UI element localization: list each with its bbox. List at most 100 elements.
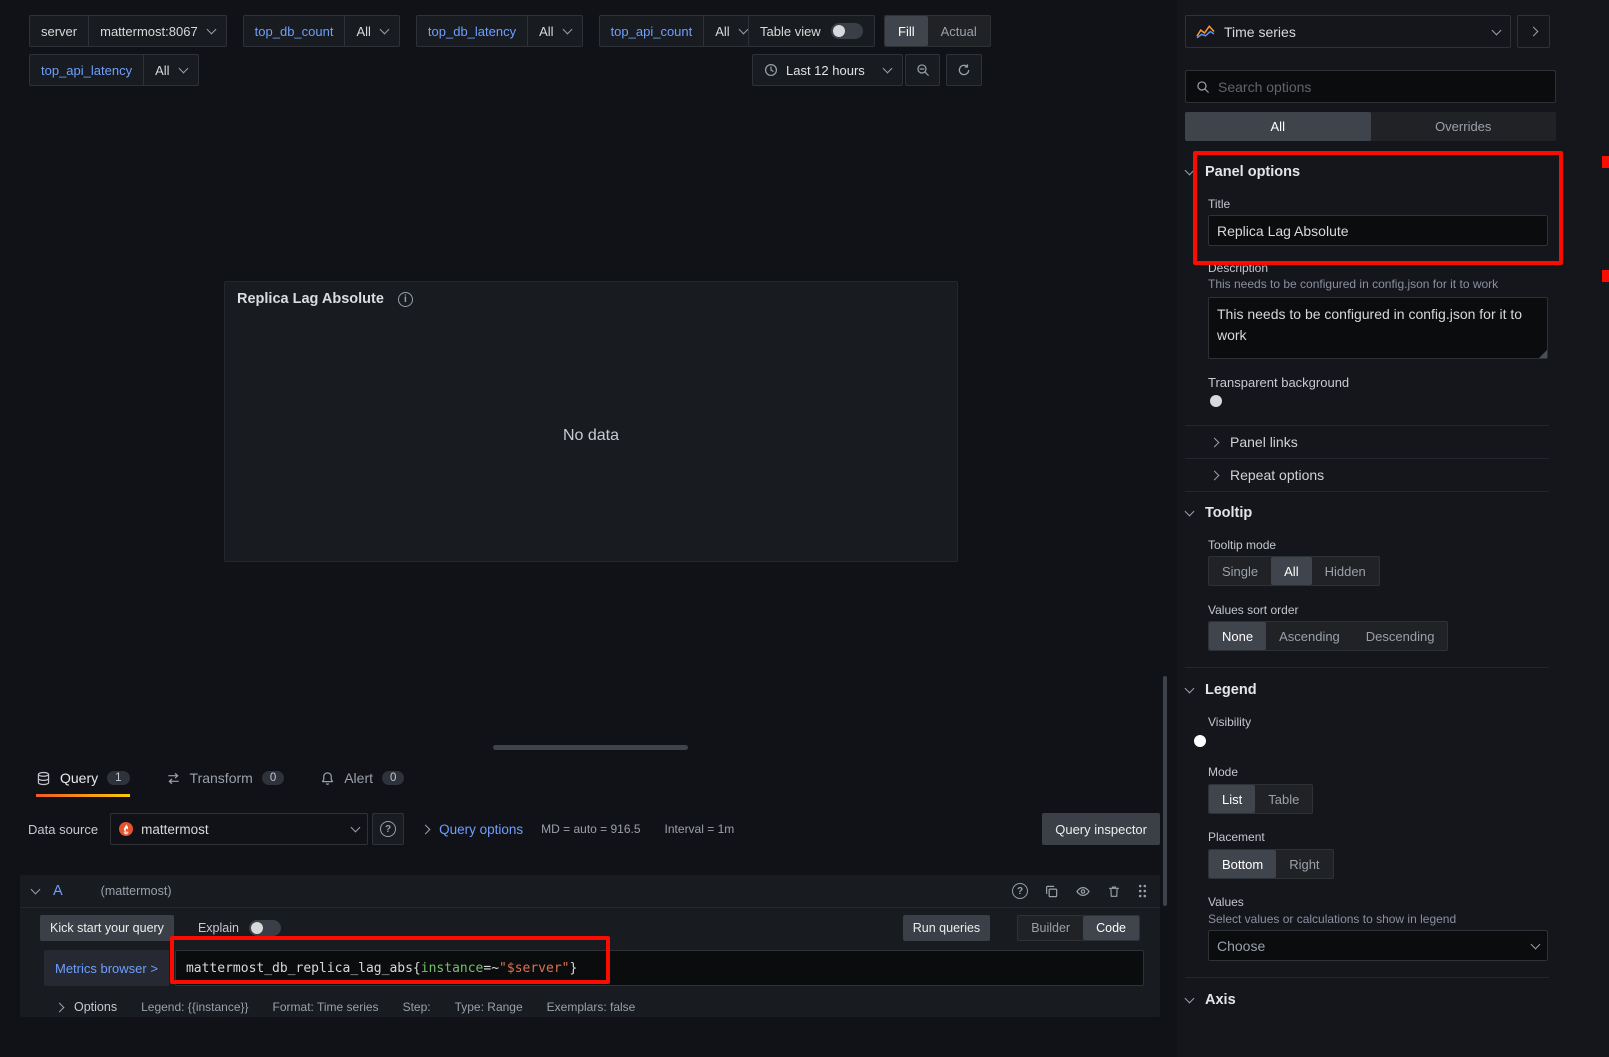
fill-option[interactable]: Fill bbox=[885, 16, 928, 46]
visualization-name: Time series bbox=[1224, 24, 1296, 40]
delete-query-trash-icon[interactable] bbox=[1107, 884, 1121, 899]
textarea-resize-grip[interactable] bbox=[1539, 350, 1547, 358]
prometheus-icon bbox=[119, 822, 133, 836]
query-expression-input[interactable]: mattermost_db_replica_lag_abs{instance=~… bbox=[175, 950, 1144, 986]
legend-mode-table[interactable]: Table bbox=[1255, 785, 1312, 813]
table-view-label: Table view bbox=[760, 24, 821, 39]
panel-title[interactable]: Replica Lag Absolute bbox=[237, 291, 384, 307]
tab-query-label: Query bbox=[60, 770, 98, 786]
alert-count-badge: 0 bbox=[382, 771, 404, 785]
tooltip-mode-single[interactable]: Single bbox=[1209, 557, 1271, 585]
chevron-down-icon bbox=[206, 25, 216, 35]
variable-top-db-count-dropdown[interactable]: All bbox=[344, 15, 399, 47]
transform-count-badge: 0 bbox=[262, 771, 284, 785]
panel-description-textarea[interactable]: This needs to be configured in config.js… bbox=[1208, 297, 1548, 359]
divider bbox=[1185, 491, 1549, 492]
variable-top-db-latency-label: top_db_latency bbox=[416, 15, 527, 47]
query-toolbar-row: Kick start your query Explain Run querie… bbox=[20, 915, 1160, 941]
panel-links-section[interactable]: Panel links bbox=[1185, 426, 1549, 458]
transform-icon bbox=[166, 771, 181, 786]
time-range-picker[interactable]: Last 12 hours bbox=[752, 54, 903, 86]
variable-top-api-count-label: top_api_count bbox=[599, 15, 704, 47]
placement-bottom[interactable]: Bottom bbox=[1209, 850, 1276, 878]
query-row-header: A (mattermost) ? bbox=[20, 875, 1160, 908]
query-inspector-button[interactable]: Query inspector bbox=[1042, 813, 1160, 845]
options-filter-tabs: All Overrides bbox=[1185, 112, 1556, 141]
tooltip-mode-hidden[interactable]: Hidden bbox=[1312, 557, 1379, 585]
query-options-toggle[interactable]: Query options bbox=[439, 822, 523, 837]
collapse-options-pane-button[interactable] bbox=[1517, 15, 1550, 48]
legend-values-label: Values bbox=[1208, 895, 1244, 909]
drag-handle-icon[interactable] bbox=[1137, 883, 1148, 899]
transparent-background-label: Transparent background bbox=[1208, 375, 1349, 390]
tooltip-mode-all[interactable]: All bbox=[1271, 557, 1311, 585]
options-toggle[interactable]: Options bbox=[56, 1000, 117, 1014]
chevron-right-icon bbox=[1210, 470, 1220, 480]
repeat-options-section[interactable]: Repeat options bbox=[1185, 459, 1549, 491]
table-view-switch[interactable] bbox=[831, 23, 863, 39]
collapse-query-chevron-icon[interactable] bbox=[31, 885, 41, 895]
main-scrollbar-thumb[interactable] bbox=[1163, 676, 1167, 906]
legend-mode-list[interactable]: List bbox=[1209, 785, 1255, 813]
description-label: Description bbox=[1208, 261, 1268, 275]
tooltip-heading[interactable]: Tooltip bbox=[1186, 505, 1252, 521]
variable-server-dropdown[interactable]: mattermost:8067 bbox=[88, 15, 227, 47]
variable-server: server mattermost:8067 bbox=[29, 15, 227, 47]
variable-top-api-latency: top_api_latency All bbox=[29, 54, 199, 86]
code-option[interactable]: Code bbox=[1083, 916, 1139, 940]
chevron-down-icon bbox=[178, 64, 188, 74]
duplicate-query-icon[interactable] bbox=[1044, 884, 1059, 899]
run-queries-button[interactable]: Run queries bbox=[903, 915, 990, 941]
refresh-button[interactable] bbox=[946, 54, 982, 86]
metrics-browser-button[interactable]: Metrics browser > bbox=[44, 950, 169, 986]
legend-mode-label: Mode bbox=[1208, 765, 1238, 779]
builder-option[interactable]: Builder bbox=[1018, 916, 1083, 940]
search-options-input[interactable] bbox=[1218, 79, 1545, 95]
legend-values-select[interactable]: Choose bbox=[1208, 930, 1548, 961]
actual-option[interactable]: Actual bbox=[928, 16, 990, 46]
query-ref-id[interactable]: A bbox=[53, 883, 63, 899]
datasource-help-button[interactable]: ? bbox=[372, 813, 404, 845]
panel-title-input[interactable] bbox=[1208, 215, 1548, 246]
variable-top-api-count: top_api_count All bbox=[599, 15, 759, 47]
datasource-select[interactable]: mattermost bbox=[110, 813, 368, 845]
variable-server-label: server bbox=[29, 15, 88, 47]
chevron-right-icon bbox=[1210, 437, 1220, 447]
panel-options-heading[interactable]: Panel options bbox=[1186, 164, 1300, 180]
info-icon[interactable]: i bbox=[398, 292, 413, 307]
tab-overrides[interactable]: Overrides bbox=[1371, 112, 1557, 141]
sort-ascending[interactable]: Ascending bbox=[1266, 622, 1353, 650]
tab-all[interactable]: All bbox=[1185, 112, 1371, 141]
tab-transform[interactable]: Transform 0 bbox=[166, 763, 285, 797]
variable-top-api-latency-dropdown[interactable]: All bbox=[143, 54, 198, 86]
pane-resize-handle[interactable] bbox=[493, 745, 688, 750]
chevron-right-icon bbox=[1529, 27, 1539, 37]
chevron-down-icon bbox=[1185, 166, 1195, 176]
visualization-picker[interactable]: Time series bbox=[1185, 15, 1511, 48]
legend-heading[interactable]: Legend bbox=[1186, 682, 1257, 698]
sort-none[interactable]: None bbox=[1209, 622, 1266, 650]
legend-placement-group: Bottom Right bbox=[1208, 849, 1334, 879]
panel-preview: Replica Lag Absolute i No data bbox=[224, 281, 958, 562]
sort-descending[interactable]: Descending bbox=[1353, 622, 1448, 650]
tooltip-mode-group: Single All Hidden bbox=[1208, 556, 1380, 586]
interval-meta: Interval = 1m bbox=[665, 822, 735, 836]
variable-top-db-count: top_db_count All bbox=[243, 15, 400, 47]
legend-values-help: Select values or calculations to show in… bbox=[1208, 912, 1553, 926]
variable-top-db-latency-dropdown[interactable]: All bbox=[527, 15, 582, 47]
tab-query[interactable]: Query 1 bbox=[36, 763, 130, 797]
options-search bbox=[1185, 70, 1556, 103]
hide-query-eye-icon[interactable] bbox=[1075, 884, 1091, 899]
help-circle-icon: ? bbox=[380, 821, 396, 837]
zoom-out-button[interactable] bbox=[905, 54, 940, 86]
bell-icon bbox=[320, 771, 335, 786]
legend-placement-label: Placement bbox=[1208, 830, 1265, 844]
kick-start-query-button[interactable]: Kick start your query bbox=[40, 915, 174, 941]
axis-heading[interactable]: Axis bbox=[1186, 992, 1236, 1008]
placement-right[interactable]: Right bbox=[1276, 850, 1332, 878]
explain-switch[interactable] bbox=[249, 920, 281, 936]
tab-alert[interactable]: Alert 0 bbox=[320, 763, 404, 797]
tab-alert-label: Alert bbox=[344, 770, 373, 786]
query-help-icon[interactable]: ? bbox=[1012, 883, 1028, 899]
query-ref-datasource: (mattermost) bbox=[101, 884, 172, 898]
